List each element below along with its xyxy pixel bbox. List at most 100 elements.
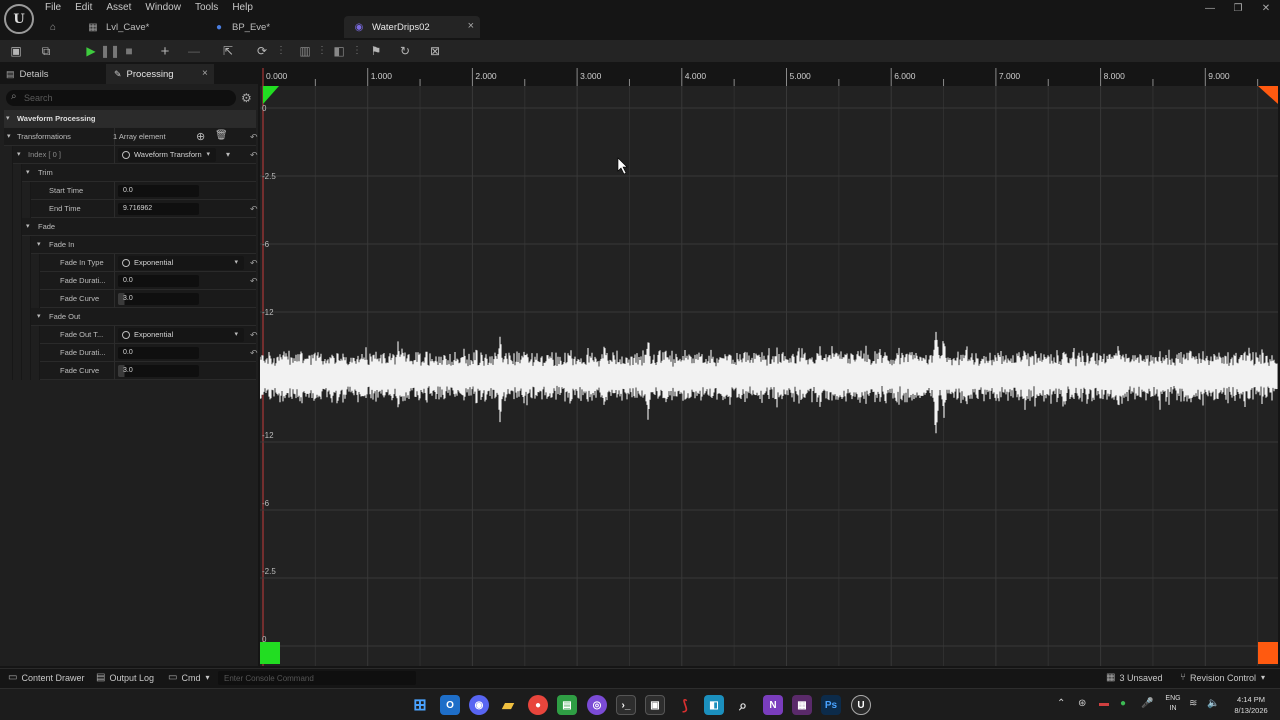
category-waveform-processing[interactable]: ▾ Waveform Processing: [4, 110, 256, 128]
chevron-down-icon[interactable]: ▾: [37, 312, 41, 320]
pause-icon[interactable]: ❚❚: [100, 43, 120, 59]
tab-details[interactable]: ▤ Details: [0, 64, 104, 84]
chevron-up-icon[interactable]: ⌃: [1057, 698, 1065, 709]
recording-icon[interactable]: ▬: [1099, 698, 1109, 709]
save-icon[interactable]: ▣: [8, 43, 24, 59]
unreal-engine-icon[interactable]: U: [851, 695, 871, 715]
fade-out-type-dropdown[interactable]: Exponential ▾: [118, 328, 244, 342]
media-app-icon[interactable]: ▦: [792, 695, 812, 715]
terminal-icon[interactable]: ›_: [616, 695, 636, 715]
revision-control-button[interactable]: ⑂ Revision Control ▾: [1180, 672, 1265, 683]
add-element-icon[interactable]: ⊕: [196, 130, 205, 143]
language-indicator[interactable]: ENG IN: [1163, 694, 1183, 714]
chrome-tray-icon[interactable]: ●: [1120, 698, 1126, 709]
chevron-down-icon[interactable]: ▾: [26, 168, 30, 176]
minimize-icon[interactable]: —: [1196, 0, 1224, 16]
reset-icon[interactable]: ↶: [250, 276, 258, 287]
chrome-icon[interactable]: ●: [528, 695, 548, 715]
menu-help[interactable]: Help: [225, 0, 260, 16]
more-options-icon[interactable]: ⋮: [276, 43, 286, 59]
time-tick-label: 4.000: [685, 71, 707, 81]
export-icon[interactable]: ⇱: [220, 43, 236, 59]
output-log-button[interactable]: ▤ Output Log: [96, 672, 154, 683]
chevron-down-icon[interactable]: ▾: [7, 132, 11, 140]
gear-icon[interactable]: ⚙: [241, 91, 252, 105]
notepad-icon[interactable]: ▣: [645, 695, 665, 715]
volume-icon[interactable]: 🔈: [1207, 698, 1219, 709]
fade-out-duration-field[interactable]: 0.0: [118, 347, 199, 359]
waveform-canvas[interactable]: 0.000 1.000 2.000 3.000 4.000 5.000 6.000 7.000…: [260, 68, 1278, 666]
chevron-down-icon[interactable]: ▾: [17, 150, 21, 158]
stop-icon[interactable]: ■: [121, 43, 137, 59]
unreal-logo-icon[interactable]: U: [4, 4, 34, 34]
reset-icon[interactable]: ↶: [250, 150, 258, 161]
menu-tools[interactable]: Tools: [188, 0, 225, 16]
home-tab[interactable]: ⌂: [38, 16, 78, 38]
gamepad-icon[interactable]: ⊛: [1078, 698, 1086, 709]
fade-out-curve-field[interactable]: 3.0: [118, 365, 199, 377]
photo-app-icon[interactable]: ◧: [704, 695, 724, 715]
tab-processing[interactable]: ✎ Processing ×: [106, 64, 214, 84]
chevron-down-icon[interactable]: ▾: [26, 222, 30, 230]
end-time-field[interactable]: 9.716962: [118, 203, 199, 215]
flag-icon[interactable]: ⚑: [368, 43, 384, 59]
console-command-input[interactable]: [218, 671, 416, 685]
close-window-icon[interactable]: ✕: [1252, 0, 1280, 16]
system-clock[interactable]: 4:14 PM 8/13/2026: [1226, 694, 1276, 716]
pdf-icon[interactable]: ⟆: [675, 695, 695, 715]
menu-window[interactable]: Window: [138, 0, 188, 16]
menu-file[interactable]: File: [38, 0, 68, 16]
reset-icon[interactable]: ↶: [250, 330, 258, 341]
outlook-icon[interactable]: O: [440, 695, 460, 715]
more-options-icon[interactable]: ⋮: [317, 43, 327, 59]
waveform-viewer[interactable]: 0.000 1.000 2.000 3.000 4.000 5.000 6.000 7.000…: [260, 68, 1278, 666]
loop-icon[interactable]: ↻: [397, 43, 413, 59]
visual-studio-icon[interactable]: N: [763, 695, 783, 715]
chevron-down-icon[interactable]: ▾: [226, 150, 230, 159]
reimport-icon[interactable]: ⟳: [254, 43, 270, 59]
tab-lvl-cave[interactable]: ▦ Lvl_Cave*: [78, 16, 204, 38]
add-icon[interactable]: +: [157, 43, 173, 60]
photoshop-icon[interactable]: Ps: [821, 695, 841, 715]
file-explorer-icon[interactable]: ▰: [498, 695, 518, 715]
fade-in-curve-row: Fade Curve 3.0: [4, 290, 256, 308]
remove-icon[interactable]: —: [186, 43, 202, 59]
fade-in-type-dropdown[interactable]: Exponential ▾: [118, 256, 244, 270]
microphone-icon[interactable]: 🎤: [1141, 698, 1153, 709]
fade-in-curve-field[interactable]: 3.0: [118, 293, 199, 305]
fade-icon[interactable]: ◧: [331, 43, 347, 59]
tab-bp-eve[interactable]: ● BP_Eve*: [204, 16, 344, 38]
spreadsheet-icon[interactable]: ▤: [557, 695, 577, 715]
start-icon[interactable]: ⊞: [410, 695, 430, 715]
tab-waterdrips02[interactable]: ◉ WaterDrips02 ×: [344, 16, 480, 38]
wifi-icon[interactable]: ≋: [1189, 698, 1197, 709]
reset-icon[interactable]: ↶: [250, 132, 258, 143]
play-icon[interactable]: ▶: [83, 43, 99, 59]
discord-icon[interactable]: ◉: [469, 695, 489, 715]
cmd-dropdown[interactable]: ▭ Cmd ▾: [168, 672, 209, 683]
waveform-transform-dropdown[interactable]: Waveform Transforn ▾: [118, 148, 216, 162]
close-tab-icon[interactable]: ×: [468, 20, 474, 32]
browse-icon[interactable]: ⧉: [38, 43, 54, 59]
reset-icon[interactable]: ↶: [250, 258, 258, 269]
content-drawer-button[interactable]: ▭ Content Drawer: [8, 672, 84, 683]
more-options-icon[interactable]: ⋮: [352, 43, 362, 59]
close-panel-icon[interactable]: ×: [202, 68, 208, 79]
start-time-field[interactable]: 0.0: [118, 185, 199, 197]
chevron-down-icon[interactable]: ▾: [37, 240, 41, 248]
reset-icon[interactable]: ↶: [250, 204, 258, 215]
menu-asset[interactable]: Asset: [99, 0, 138, 16]
unsaved-button[interactable]: ▦ 3 Unsaved: [1106, 672, 1162, 683]
clear-icon[interactable]: ⊠: [427, 43, 443, 59]
unsaved-label: 3 Unsaved: [1119, 672, 1163, 683]
search-app-icon[interactable]: ⌕: [733, 695, 753, 715]
reset-icon[interactable]: ↶: [250, 348, 258, 359]
github-icon[interactable]: ◎: [587, 695, 607, 715]
menu-edit[interactable]: Edit: [68, 0, 99, 16]
delete-icon[interactable]: 🗑: [215, 130, 228, 141]
restore-icon[interactable]: ❐: [1224, 0, 1252, 16]
search-input[interactable]: [24, 90, 224, 106]
gradient-icon[interactable]: ▥: [297, 43, 313, 59]
fade-in-duration-field[interactable]: 0.0: [118, 275, 199, 287]
start-time-label: Start Time: [49, 186, 84, 195]
